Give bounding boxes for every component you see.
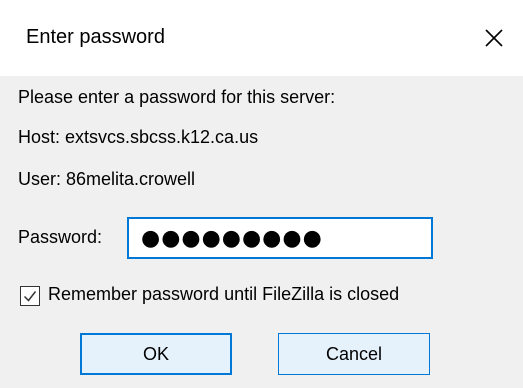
title-bar: Enter password — [0, 0, 523, 76]
close-button[interactable] — [465, 0, 523, 76]
user-text: User: 86melita.crowell — [18, 169, 196, 189]
ok-button[interactable]: OK — [80, 333, 232, 375]
dialog-title: Enter password — [26, 26, 165, 48]
password-dialog: Enter password Please enter a password f… — [0, 0, 523, 388]
remember-password-label[interactable]: Remember password until FileZilla is clo… — [48, 284, 399, 305]
password-field[interactable] — [127, 217, 433, 259]
dialog-body: Please enter a password for this server:… — [0, 76, 523, 388]
cancel-button[interactable]: Cancel — [278, 333, 430, 375]
host-text: Host: extsvcs.sbcss.k12.ca.us — [18, 127, 259, 147]
prompt-text: Please enter a password for this server: — [18, 87, 336, 107]
password-label: Password: — [18, 227, 103, 247]
checkmark-icon — [23, 291, 37, 302]
remember-password-checkbox[interactable] — [20, 286, 40, 306]
close-icon — [485, 29, 503, 47]
